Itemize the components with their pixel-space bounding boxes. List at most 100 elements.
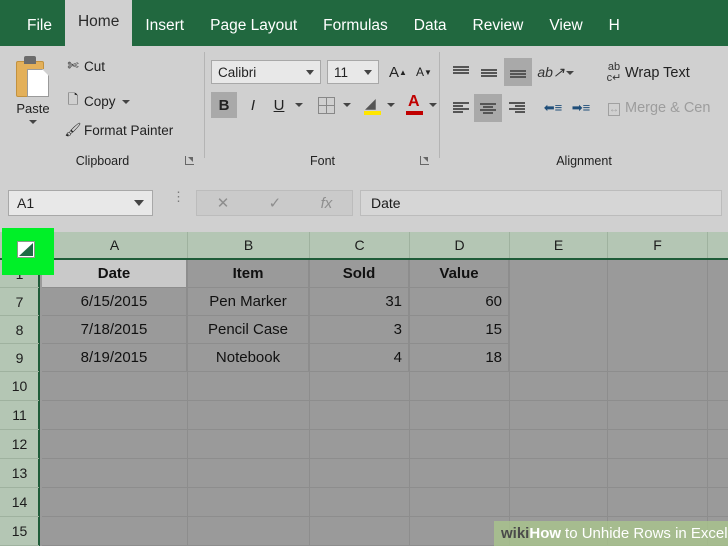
row-header-13[interactable]: 13 [0,459,39,488]
borders-dropdown[interactable] [341,98,353,112]
insert-function-button[interactable]: fx [321,195,333,212]
cell-d9[interactable]: 18 [410,344,509,372]
tab-home[interactable]: Home [64,0,133,46]
align-center-button[interactable] [474,94,502,122]
underline-button[interactable]: U [267,92,291,118]
wrap-text-button[interactable]: ab c↵ Wrap Text [603,62,690,84]
cell-a1[interactable]: Date [42,260,187,288]
fill-color-button[interactable]: ◢ [361,92,385,118]
font-family-select[interactable]: Calibri [211,60,321,84]
bold-label: B [218,96,230,114]
column-header-b[interactable]: B [188,232,310,258]
paste-label: Paste [16,101,50,116]
font-size-select[interactable]: 11 [327,60,379,84]
cell-a9[interactable]: 8/19/2015 [42,344,187,372]
bold-button[interactable]: B [211,92,237,118]
formula-bar-row: A1 ⋮ ✕ ✓ fx Date [0,174,728,232]
align-left-button[interactable] [448,96,474,120]
cell-c1[interactable]: Sold [310,260,409,288]
row-header-12[interactable]: 12 [0,430,39,459]
orientation-button[interactable]: ab ↗ [537,60,564,84]
align-right-button[interactable] [504,96,530,120]
borders-button[interactable] [313,92,339,118]
row-header-9[interactable]: 9 [0,344,39,372]
fill-color-icon: ◢ [363,95,383,115]
column-header-f[interactable]: F [608,232,708,258]
chevron-down-icon [343,103,351,107]
formula-bar-buttons: ✕ ✓ fx [196,190,353,216]
format-painter-button[interactable]: 🖌 Format Painter [62,122,173,138]
formula-bar-handle[interactable]: ⋮ [172,190,185,203]
cell-c8[interactable]: 3 [310,316,409,344]
copy-button[interactable]: 🗋 Copy [62,90,130,113]
decrease-indent-icon: ⬅≡ [543,100,563,115]
tab-view[interactable]: View [536,6,595,46]
select-all-highlight[interactable] [2,228,54,275]
row-divider [42,516,728,517]
row-header-8[interactable]: 8 [0,316,39,344]
formula-input[interactable]: Date [360,190,722,216]
row-header-11[interactable]: 11 [0,401,39,430]
increase-indent-button[interactable]: ➡≡ [568,96,594,120]
tab-review[interactable]: Review [460,6,537,46]
cell-d8[interactable]: 15 [410,316,509,344]
font-color-button[interactable]: A [403,92,427,118]
cell-a7[interactable]: 6/15/2015 [42,288,187,316]
clipboard-dialog-launcher[interactable] [185,155,196,166]
italic-button[interactable]: I [241,92,265,118]
column-header-d[interactable]: D [410,232,510,258]
cell-b1[interactable]: Item [188,260,309,288]
chevron-down-icon [364,69,372,75]
row-header-10[interactable]: 10 [0,372,39,401]
row-divider [42,400,728,401]
decrease-font-size-button[interactable]: A ▼ [413,60,435,84]
orientation-dropdown[interactable] [564,66,576,80]
align-top-button[interactable] [448,60,474,84]
row-header-7[interactable]: 7 [0,288,39,316]
tab-data[interactable]: Data [401,6,460,46]
tab-page-layout[interactable]: Page Layout [197,6,310,46]
row-header-14[interactable]: 14 [0,488,39,517]
shrink-font-icon: A [416,65,425,79]
format-painter-label: Format Painter [84,122,174,138]
cut-button[interactable]: ✄ Cut [62,58,105,74]
confirm-entry-button[interactable]: ✓ [269,194,282,212]
watermark-wiki: wiki [501,525,530,542]
tab-insert[interactable]: Insert [132,6,197,46]
cell-b8[interactable]: Pencil Case [188,316,309,344]
cell-d1[interactable]: Value [410,260,509,288]
increase-font-size-button[interactable]: A ▲ [387,60,409,84]
cell-c9[interactable]: 4 [310,344,409,372]
column-header-c[interactable]: C [310,232,410,258]
caret-up-icon: ▲ [399,67,407,77]
row-divider [42,487,728,488]
underline-dropdown[interactable] [293,98,305,112]
tab-formulas[interactable]: Formulas [310,6,401,46]
cell-d7[interactable]: 60 [410,288,509,316]
row-header-15[interactable]: 15 [0,517,39,546]
chevron-down-icon [134,200,144,206]
font-color-dropdown[interactable] [427,98,439,112]
cell-b9[interactable]: Notebook [188,344,309,372]
chevron-down-icon[interactable] [29,120,37,124]
chevron-down-icon[interactable] [121,99,130,104]
name-box[interactable]: A1 [8,190,153,216]
column-header-a[interactable]: A [42,232,188,258]
fill-color-dropdown[interactable] [385,98,397,112]
decrease-indent-button[interactable]: ⬅≡ [540,96,566,120]
tab-help[interactable]: H [596,6,620,46]
cell-c7[interactable]: 31 [310,288,409,316]
column-header-e[interactable]: E [510,232,608,258]
align-bottom-icon [509,64,527,80]
font-dialog-launcher[interactable] [420,155,431,166]
cell-b7[interactable]: Pen Marker [188,288,309,316]
merge-center-button[interactable]: ↔ Merge & Cen [603,100,710,116]
cancel-entry-button[interactable]: ✕ [217,194,230,212]
copy-label: Copy [84,94,116,109]
scissors-icon: ✄ [67,58,79,73]
align-bottom-button[interactable] [504,58,532,86]
cell-a8[interactable]: 7/18/2015 [42,316,187,344]
align-middle-button[interactable] [476,60,502,84]
paste-button[interactable]: Paste [6,54,60,148]
tab-file[interactable]: File [14,6,65,46]
